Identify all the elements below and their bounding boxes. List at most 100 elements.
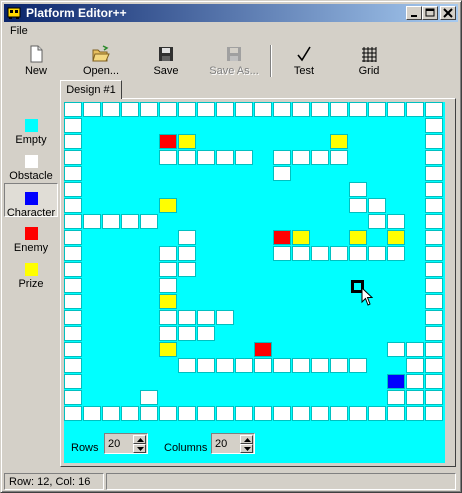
rows-spinner[interactable]: [104, 433, 148, 454]
empty-cell[interactable]: [121, 198, 139, 213]
empty-cell[interactable]: [216, 246, 234, 261]
obstacle-cell[interactable]: [178, 246, 196, 261]
empty-cell[interactable]: [368, 166, 386, 181]
obstacle-cell[interactable]: [64, 406, 82, 421]
empty-cell[interactable]: [292, 278, 310, 293]
empty-cell[interactable]: [102, 358, 120, 373]
empty-cell[interactable]: [330, 390, 348, 405]
empty-cell[interactable]: [254, 166, 272, 181]
empty-cell[interactable]: [235, 166, 253, 181]
obstacle-cell[interactable]: [425, 390, 443, 405]
empty-cell[interactable]: [330, 166, 348, 181]
empty-cell[interactable]: [178, 374, 196, 389]
empty-cell[interactable]: [368, 310, 386, 325]
obstacle-cell[interactable]: [178, 406, 196, 421]
obstacle-cell[interactable]: [159, 278, 177, 293]
empty-cell[interactable]: [216, 134, 234, 149]
obstacle-cell[interactable]: [273, 166, 291, 181]
empty-cell[interactable]: [216, 374, 234, 389]
empty-cell[interactable]: [178, 294, 196, 309]
close-button[interactable]: [440, 6, 456, 20]
empty-cell[interactable]: [121, 262, 139, 277]
obstacle-cell[interactable]: [387, 102, 405, 117]
empty-cell[interactable]: [159, 214, 177, 229]
obstacle-cell[interactable]: [121, 102, 139, 117]
obstacle-cell[interactable]: [425, 134, 443, 149]
empty-cell[interactable]: [83, 374, 101, 389]
empty-cell[interactable]: [235, 326, 253, 341]
empty-cell[interactable]: [273, 214, 291, 229]
empty-cell[interactable]: [102, 374, 120, 389]
empty-cell[interactable]: [197, 198, 215, 213]
obstacle-cell[interactable]: [425, 230, 443, 245]
obstacle-cell[interactable]: [368, 214, 386, 229]
empty-cell[interactable]: [311, 262, 329, 277]
prize-cell[interactable]: [292, 230, 310, 245]
empty-cell[interactable]: [254, 118, 272, 133]
empty-cell[interactable]: [102, 390, 120, 405]
empty-cell[interactable]: [121, 358, 139, 373]
empty-cell[interactable]: [349, 118, 367, 133]
obstacle-cell[interactable]: [159, 102, 177, 117]
obstacle-cell[interactable]: [64, 118, 82, 133]
empty-cell[interactable]: [292, 118, 310, 133]
empty-cell[interactable]: [216, 198, 234, 213]
empty-cell[interactable]: [216, 294, 234, 309]
obstacle-cell[interactable]: [159, 246, 177, 261]
empty-cell[interactable]: [254, 182, 272, 197]
empty-cell[interactable]: [311, 118, 329, 133]
empty-cell[interactable]: [83, 230, 101, 245]
empty-cell[interactable]: [216, 262, 234, 277]
columns-input[interactable]: [213, 435, 241, 452]
obstacle-cell[interactable]: [159, 406, 177, 421]
obstacle-cell[interactable]: [330, 246, 348, 261]
obstacle-cell[interactable]: [216, 102, 234, 117]
empty-cell[interactable]: [83, 118, 101, 133]
obstacle-cell[interactable]: [387, 342, 405, 357]
empty-cell[interactable]: [292, 294, 310, 309]
empty-cell[interactable]: [159, 230, 177, 245]
rows-up-button[interactable]: [133, 435, 146, 444]
obstacle-cell[interactable]: [349, 182, 367, 197]
empty-cell[interactable]: [197, 182, 215, 197]
empty-cell[interactable]: [368, 150, 386, 165]
obstacle-cell[interactable]: [178, 230, 196, 245]
empty-cell[interactable]: [273, 262, 291, 277]
test-button[interactable]: Test: [274, 43, 334, 81]
empty-cell[interactable]: [197, 118, 215, 133]
empty-cell[interactable]: [140, 374, 158, 389]
rows-input[interactable]: [106, 435, 134, 452]
empty-cell[interactable]: [159, 390, 177, 405]
obstacle-cell[interactable]: [406, 358, 424, 373]
empty-cell[interactable]: [197, 166, 215, 181]
empty-cell[interactable]: [140, 278, 158, 293]
palette-empty[interactable]: Empty: [4, 111, 58, 146]
obstacle-cell[interactable]: [159, 262, 177, 277]
empty-cell[interactable]: [216, 214, 234, 229]
obstacle-cell[interactable]: [425, 214, 443, 229]
empty-cell[interactable]: [83, 198, 101, 213]
prize-cell[interactable]: [330, 134, 348, 149]
empty-cell[interactable]: [368, 262, 386, 277]
empty-cell[interactable]: [406, 150, 424, 165]
empty-cell[interactable]: [311, 390, 329, 405]
obstacle-cell[interactable]: [330, 150, 348, 165]
empty-cell[interactable]: [273, 374, 291, 389]
obstacle-cell[interactable]: [197, 326, 215, 341]
obstacle-cell[interactable]: [197, 358, 215, 373]
empty-cell[interactable]: [387, 262, 405, 277]
empty-cell[interactable]: [121, 230, 139, 245]
empty-cell[interactable]: [387, 294, 405, 309]
empty-cell[interactable]: [368, 134, 386, 149]
empty-cell[interactable]: [216, 342, 234, 357]
empty-cell[interactable]: [368, 342, 386, 357]
empty-cell[interactable]: [159, 358, 177, 373]
empty-cell[interactable]: [273, 294, 291, 309]
obstacle-cell[interactable]: [425, 358, 443, 373]
open-button[interactable]: Open...: [71, 43, 131, 81]
empty-cell[interactable]: [406, 118, 424, 133]
empty-cell[interactable]: [102, 230, 120, 245]
obstacle-cell[interactable]: [197, 406, 215, 421]
empty-cell[interactable]: [235, 198, 253, 213]
empty-cell[interactable]: [140, 310, 158, 325]
